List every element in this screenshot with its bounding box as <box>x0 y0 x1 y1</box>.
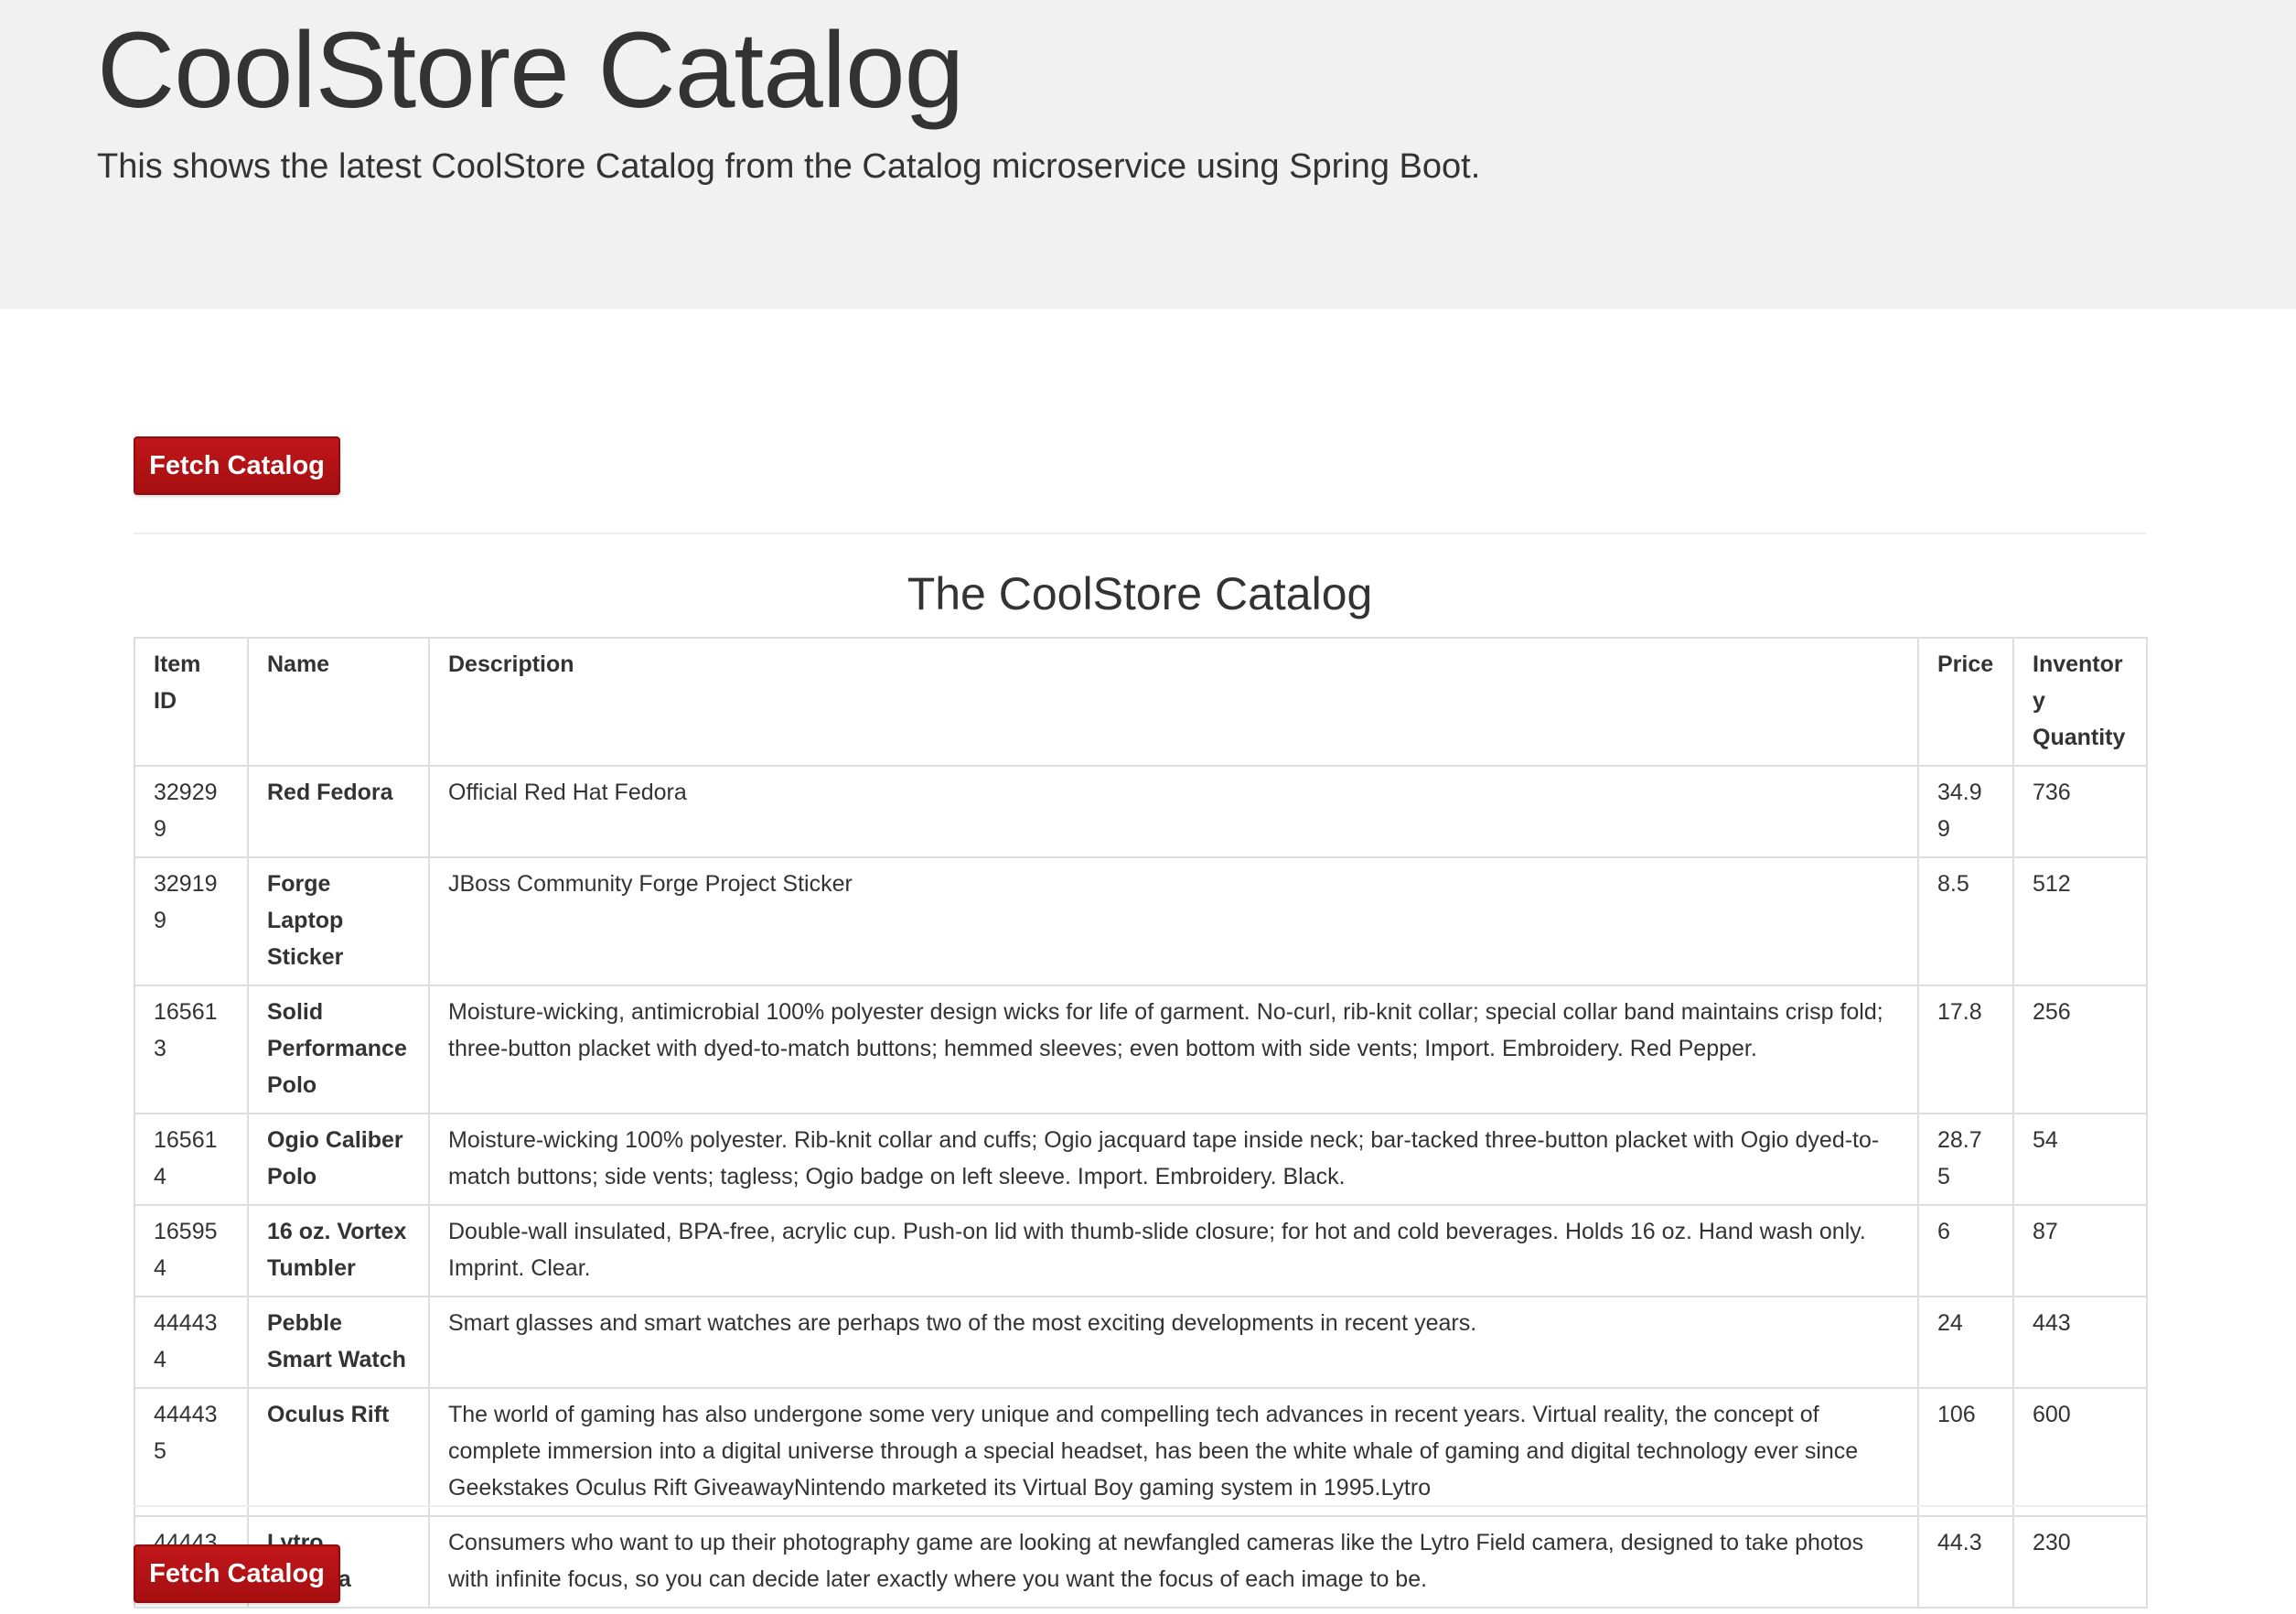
cell-item-id: 444434 <box>134 1296 249 1389</box>
divider <box>134 533 2146 534</box>
cell-name: Pebble Smart Watch <box>247 1296 430 1389</box>
table-row: 165613 Solid Performance Polo Moisture-w… <box>134 985 2148 1114</box>
table-row: 444435 Oculus Rift The world of gaming h… <box>134 1387 2148 1517</box>
cell-name: Solid Performance Polo <box>247 985 430 1114</box>
cell-price: 34.99 <box>1917 765 2014 858</box>
divider <box>134 1505 2146 1507</box>
cell-quantity: 87 <box>2012 1204 2148 1297</box>
cell-name: 16 oz. Vortex Tumbler <box>247 1204 430 1297</box>
cell-item-id: 329199 <box>134 856 249 986</box>
header-banner: CoolStore Catalog This shows the latest … <box>0 0 2296 309</box>
column-header-description: Description <box>428 637 1919 767</box>
cell-description: Moisture-wicking 100% polyester. Rib-kni… <box>428 1113 1919 1206</box>
cell-name: Red Fedora <box>247 765 430 858</box>
column-header-name: Name <box>247 637 430 767</box>
column-header-item-id: Item ID <box>134 637 249 767</box>
cell-quantity: 230 <box>2012 1515 2148 1609</box>
column-header-inventory-quantity: Inventory Quantity <box>2012 637 2148 767</box>
cell-description: JBoss Community Forge Project Sticker <box>428 856 1919 986</box>
cell-description: The world of gaming has also undergone s… <box>428 1387 1919 1517</box>
cell-quantity: 256 <box>2012 985 2148 1114</box>
cell-quantity: 600 <box>2012 1387 2148 1517</box>
table-row: 444436 Lytro Camera Consumers who want t… <box>134 1515 2148 1609</box>
cell-item-id: 329299 <box>134 765 249 858</box>
cell-description: Consumers who want to up their photograp… <box>428 1515 1919 1609</box>
cell-price: 106 <box>1917 1387 2014 1517</box>
table-row: 329199 Forge Laptop Sticker JBoss Commun… <box>134 856 2148 986</box>
table-row: 165954 16 oz. Vortex Tumbler Double-wall… <box>134 1204 2148 1297</box>
cell-price: 28.75 <box>1917 1113 2014 1206</box>
cell-price: 44.3 <box>1917 1515 2014 1609</box>
page-subtitle: This shows the latest CoolStore Catalog … <box>97 147 1481 186</box>
cell-item-id: 165613 <box>134 985 249 1114</box>
cell-item-id: 165954 <box>134 1204 249 1297</box>
cell-description: Smart glasses and smart watches are perh… <box>428 1296 1919 1389</box>
cell-name: Oculus Rift <box>247 1387 430 1517</box>
catalog-table: Item ID Name Description Price Inventory… <box>134 637 2148 1609</box>
column-header-price: Price <box>1917 637 2014 767</box>
cell-name: Ogio Caliber Polo <box>247 1113 430 1206</box>
cell-quantity: 736 <box>2012 765 2148 858</box>
page-title: CoolStore Catalog <box>97 10 964 131</box>
cell-quantity: 54 <box>2012 1113 2148 1206</box>
fetch-catalog-button[interactable]: Fetch Catalog <box>134 436 340 495</box>
cell-quantity: 443 <box>2012 1296 2148 1389</box>
table-row: 444434 Pebble Smart Watch Smart glasses … <box>134 1296 2148 1389</box>
header-row: Item ID Name Description Price Inventory… <box>134 637 2148 767</box>
cell-item-id: 444435 <box>134 1387 249 1517</box>
cell-description: Moisture-wicking, antimicrobial 100% pol… <box>428 985 1919 1114</box>
fetch-catalog-button[interactable]: Fetch Catalog <box>134 1544 340 1603</box>
cell-quantity: 512 <box>2012 856 2148 986</box>
cell-description: Double-wall insulated, BPA-free, acrylic… <box>428 1204 1919 1297</box>
cell-price: 17.8 <box>1917 985 2014 1114</box>
cell-price: 6 <box>1917 1204 2014 1297</box>
catalog-table-body: 329299 Red Fedora Official Red Hat Fedor… <box>134 765 2148 1609</box>
cell-price: 8.5 <box>1917 856 2014 986</box>
cell-price: 24 <box>1917 1296 2014 1389</box>
catalog-title: The CoolStore Catalog <box>907 568 1373 619</box>
cell-item-id: 165614 <box>134 1113 249 1206</box>
table-row: 165614 Ogio Caliber Polo Moisture-wickin… <box>134 1113 2148 1206</box>
table-row: 329299 Red Fedora Official Red Hat Fedor… <box>134 765 2148 858</box>
cell-description: Official Red Hat Fedora <box>428 765 1919 858</box>
cell-name: Forge Laptop Sticker <box>247 856 430 986</box>
catalog-table-header: Item ID Name Description Price Inventory… <box>134 637 2148 767</box>
